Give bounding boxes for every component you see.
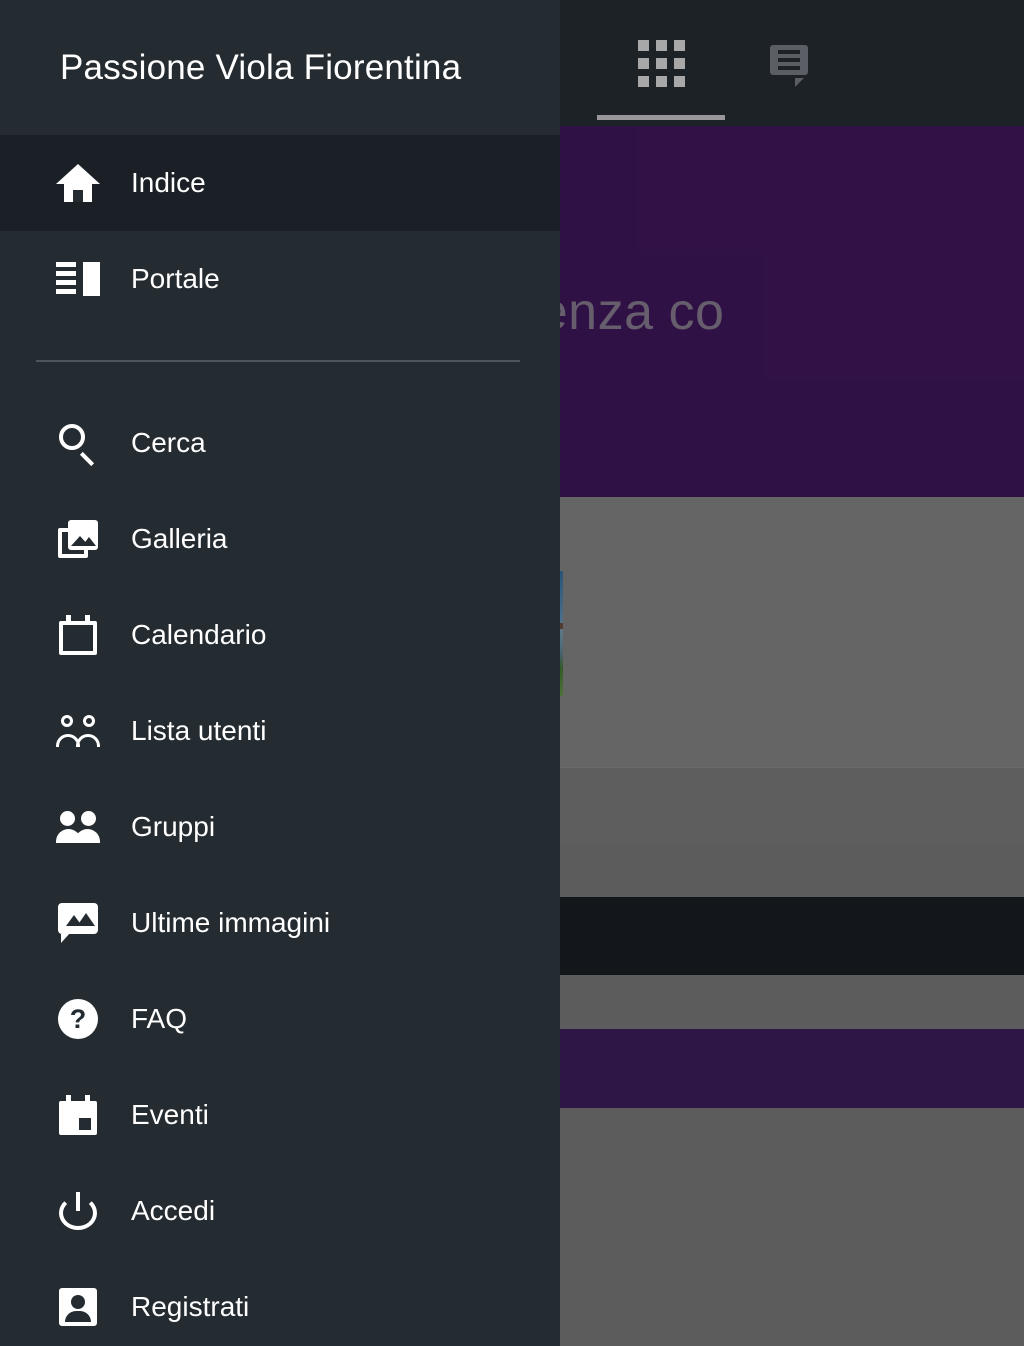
sidebar-label-galleria: Galleria (131, 523, 228, 554)
gallery-icon (55, 520, 101, 558)
sidebar-label-calendario: Calendario (131, 619, 267, 650)
sidebar-item-gruppi[interactable]: Gruppi (0, 779, 560, 875)
sidebar-label-eventi: Eventi (131, 1099, 209, 1130)
sidebar-item-calendario[interactable]: Calendario (0, 587, 560, 683)
search-icon (55, 424, 101, 467)
sidebar-item-eventi[interactable]: Eventi (0, 1067, 560, 1163)
sidebar-divider (36, 360, 520, 362)
sidebar-item-ultime-immagini[interactable]: Ultime immagini (0, 875, 560, 971)
drawer-header: Passione Viola Fiorentina (0, 0, 560, 135)
sidebar-label-gruppi: Gruppi (131, 811, 216, 842)
home-icon (55, 164, 101, 202)
question-mark-glyph: ? (58, 999, 98, 1039)
sidebar-item-indice[interactable]: Indice (0, 135, 560, 231)
sidebar-item-portale[interactable]: Portale (0, 231, 560, 327)
sidebar-label-ultime-immagini: Ultime immagini (131, 907, 331, 938)
users-icon (55, 715, 101, 747)
image-chat-icon (55, 903, 101, 943)
sidebar-label-lista-utenti: Lista utenti (131, 715, 267, 746)
calendar-icon (55, 615, 101, 655)
person-icon (55, 1288, 101, 1326)
sidebar-item-galleria[interactable]: Galleria (0, 491, 560, 587)
sidebar-label-indice: Indice (131, 167, 206, 198)
sidebar-label-accedi: Accedi (131, 1195, 216, 1226)
group-icon (55, 811, 101, 843)
sidebar-label-portale: Portale (131, 263, 220, 294)
sidebar-item-faq[interactable]: ? FAQ (0, 971, 560, 1067)
sidebar-label-faq: FAQ (131, 1003, 188, 1034)
sidebar-item-registrati[interactable]: Registrati (0, 1259, 560, 1346)
navigation-drawer: Passione Viola Fiorentina Indice Portale… (0, 0, 560, 1346)
sidebar-label-cerca: Cerca (131, 427, 206, 458)
power-icon (55, 1192, 101, 1230)
sidebar-item-cerca[interactable]: Cerca (0, 395, 560, 491)
portal-icon (55, 262, 101, 296)
sidebar-item-accedi[interactable]: Accedi (0, 1163, 560, 1259)
sidebar-item-lista-utenti[interactable]: Lista utenti (0, 683, 560, 779)
question-mark-icon: ? (55, 999, 101, 1039)
site-title: Passione Viola Fiorentina (60, 47, 462, 87)
app-root: a (0, 0, 1024, 1346)
sidebar-label-registrati: Registrati (131, 1291, 250, 1322)
event-calendar-icon (55, 1095, 101, 1135)
